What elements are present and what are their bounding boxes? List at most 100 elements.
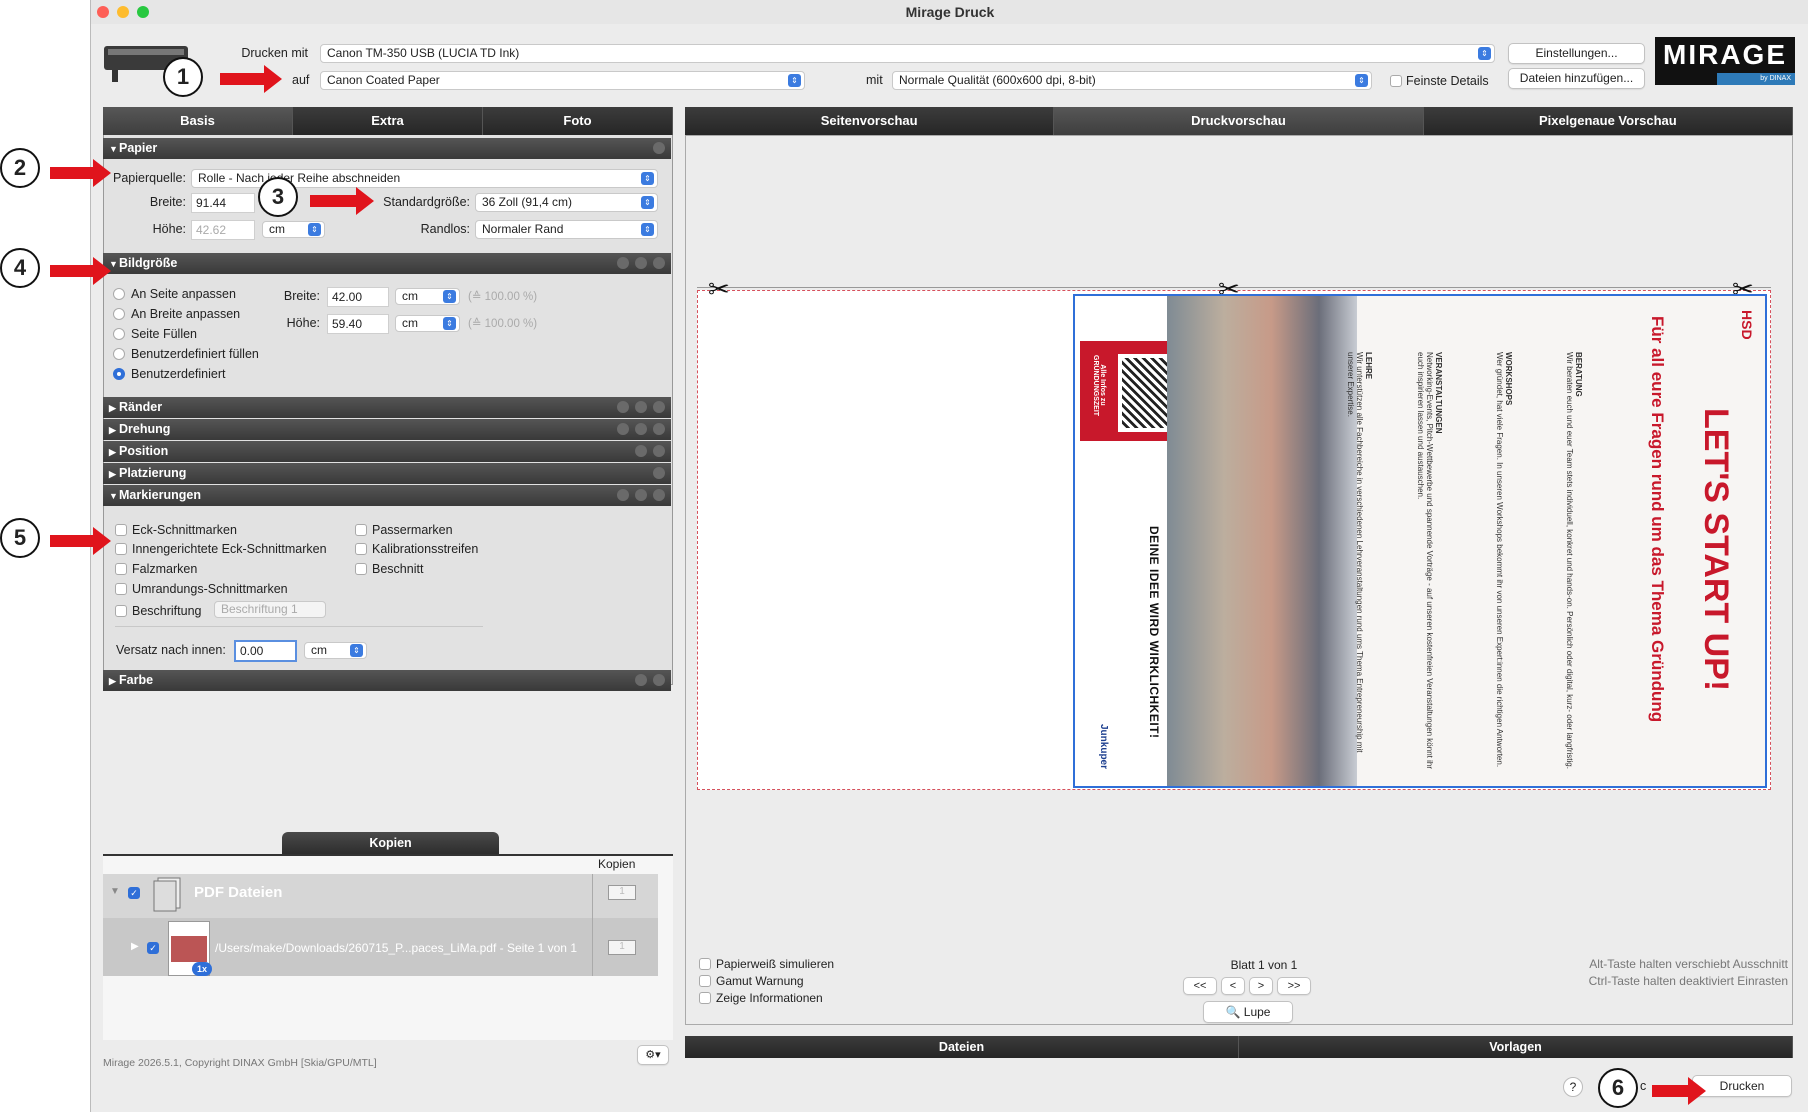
tab-files[interactable]: Dateien <box>685 1036 1239 1058</box>
stepper-icon: ⇕ <box>350 644 363 657</box>
group-checkbox[interactable]: ✓ <box>128 887 140 899</box>
tab-basis[interactable]: Basis <box>103 107 293 135</box>
tab-templates[interactable]: Vorlagen <box>1239 1036 1793 1058</box>
prev-page-button[interactable]: < <box>1221 977 1245 995</box>
paper-width-field[interactable]: 91.44 <box>191 193 255 213</box>
poster-headline: LET'S START UP! <box>1697 408 1735 692</box>
labeling-checkbox[interactable] <box>115 605 127 617</box>
next-page-button[interactable]: > <box>1249 977 1273 995</box>
gamut-warning-checkbox[interactable] <box>699 975 711 987</box>
stepper-icon: ⇕ <box>641 196 654 209</box>
calibration-strips-checkbox[interactable] <box>355 543 367 555</box>
radio-fit-page[interactable] <box>113 288 125 300</box>
minimize-window-button[interactable] <box>117 6 129 18</box>
offset-unit-select[interactable]: cm ⇕ <box>304 642 367 659</box>
clipboard-icon[interactable] <box>617 489 629 501</box>
settings-button[interactable]: Einstellungen... <box>1508 43 1645 64</box>
labeling-select[interactable]: Beschriftung 1 <box>214 601 326 618</box>
section-platzierung[interactable]: ▶ Platzierung <box>103 463 671 484</box>
last-page-button[interactable]: >> <box>1277 977 1311 995</box>
paper-unit-select[interactable]: cm ⇕ <box>262 221 325 238</box>
image-width-field[interactable]: 42.00 <box>327 287 389 307</box>
printer-select[interactable]: Canon TM-350 USB (LUCIA TD Ink) ⇕ <box>320 44 1495 63</box>
pdf-group-label: PDF Dateien <box>194 884 283 901</box>
clipboard-icon[interactable] <box>617 423 629 435</box>
undo-icon[interactable] <box>635 445 647 457</box>
section-position[interactable]: ▶ Position <box>103 441 671 462</box>
tab-page-preview[interactable]: Seitenvorschau <box>685 107 1055 135</box>
stepper-icon: ⇕ <box>788 74 801 87</box>
info-icon[interactable] <box>653 142 665 154</box>
tab-pixel-preview[interactable]: Pixelgenaue Vorschau <box>1424 107 1793 135</box>
cancel-button-fragment[interactable]: c <box>1640 1079 1646 1093</box>
section-bildgroesse-title: Bildgröße <box>119 256 178 270</box>
zoom-window-button[interactable] <box>137 6 149 18</box>
clipboard-icon[interactable] <box>617 257 629 269</box>
info-icon[interactable] <box>653 423 665 435</box>
bleed-checkbox[interactable] <box>355 563 367 575</box>
paper-height-label: Höhe: <box>152 222 186 236</box>
option-fit-width: An Breite anpassen <box>131 307 241 321</box>
simulate-paper-white-checkbox[interactable] <box>699 958 711 970</box>
undo-icon[interactable] <box>635 423 647 435</box>
section-drehung[interactable]: ▶ Drehung <box>103 419 671 440</box>
print-button[interactable]: Drucken <box>1692 1075 1792 1097</box>
corner-cropmarks-checkbox[interactable] <box>115 524 127 536</box>
undo-icon[interactable] <box>635 401 647 413</box>
image-height-field[interactable]: 59.40 <box>327 314 389 334</box>
undo-icon[interactable] <box>635 489 647 501</box>
info-icon[interactable] <box>653 401 665 413</box>
section-papier[interactable]: ▼Papier <box>103 138 671 159</box>
clipboard-icon[interactable] <box>617 401 629 413</box>
section-markierungen[interactable]: ▼Markierungen <box>103 485 671 506</box>
paper-value: Canon Coated Paper <box>327 73 440 87</box>
group-disclosure-icon[interactable]: ▼ <box>110 886 120 897</box>
borderless-select[interactable]: Normaler Rand ⇕ <box>475 220 658 239</box>
radio-custom[interactable] <box>113 368 125 380</box>
info-icon[interactable] <box>653 489 665 501</box>
file-checkbox[interactable]: ✓ <box>147 942 159 954</box>
info-icon[interactable] <box>653 257 665 269</box>
copies-group-row[interactable] <box>103 874 658 918</box>
undo-icon[interactable] <box>635 257 647 269</box>
std-size-select[interactable]: 36 Zoll (91,4 cm) ⇕ <box>475 193 658 212</box>
tab-foto[interactable]: Foto <box>483 107 673 135</box>
info-icon[interactable] <box>653 674 665 686</box>
corner-cropmarks-label: Eck-Schnittmarken <box>132 523 237 537</box>
inner-cropmarks-checkbox[interactable] <box>115 543 127 555</box>
info-icon[interactable] <box>653 445 665 457</box>
paper-height-field[interactable]: 42.62 <box>191 220 255 240</box>
radio-fill-page[interactable] <box>113 328 125 340</box>
copies-tab[interactable]: Kopien <box>282 832 499 854</box>
radio-custom-fill[interactable] <box>113 348 125 360</box>
gear-menu-button[interactable]: ⚙▾ <box>637 1045 669 1065</box>
tab-extra[interactable]: Extra <box>293 107 483 135</box>
register-marks-checkbox[interactable] <box>355 524 367 536</box>
file-copies-field[interactable]: 1 <box>608 940 636 955</box>
tab-print-preview[interactable]: Druckvorschau <box>1054 107 1424 135</box>
image-height-unit-select[interactable]: cm ⇕ <box>395 315 460 332</box>
group-copies-field[interactable]: 1 <box>608 885 636 900</box>
fine-details-checkbox[interactable] <box>1390 75 1402 87</box>
close-window-button[interactable] <box>97 6 109 18</box>
section-raender[interactable]: ▶ Ränder <box>103 397 671 418</box>
info-icon[interactable] <box>653 467 665 479</box>
add-files-button[interactable]: Dateien hinzufügen... <box>1508 68 1645 89</box>
magnifier-button[interactable]: 🔍 Lupe <box>1203 1001 1293 1023</box>
first-page-button[interactable]: << <box>1183 977 1217 995</box>
offset-field[interactable]: 0.00 <box>234 640 297 662</box>
undo-icon[interactable] <box>635 674 647 686</box>
show-info-checkbox[interactable] <box>699 992 711 1004</box>
radio-fit-width[interactable] <box>113 308 125 320</box>
file-disclosure-icon[interactable]: ▶ <box>131 941 139 952</box>
help-button[interactable]: ? <box>1563 1077 1583 1097</box>
section-bildgroesse[interactable]: ▼Bildgröße <box>103 253 671 274</box>
option-custom: Benutzerdefiniert <box>131 367 226 381</box>
fold-marks-checkbox[interactable] <box>115 563 127 575</box>
border-cropmarks-checkbox[interactable] <box>115 583 127 595</box>
section-farbe[interactable]: ▶ Farbe <box>103 670 671 691</box>
quality-select[interactable]: Normale Qualität (600x600 dpi, 8-bit) ⇕ <box>892 71 1372 90</box>
image-width-unit-select[interactable]: cm ⇕ <box>395 288 460 305</box>
poster-image[interactable]: Alle Infos zu GRÜNDUNGSZEIT exist Junkup… <box>1073 294 1767 788</box>
paper-select[interactable]: Canon Coated Paper ⇕ <box>320 71 805 90</box>
